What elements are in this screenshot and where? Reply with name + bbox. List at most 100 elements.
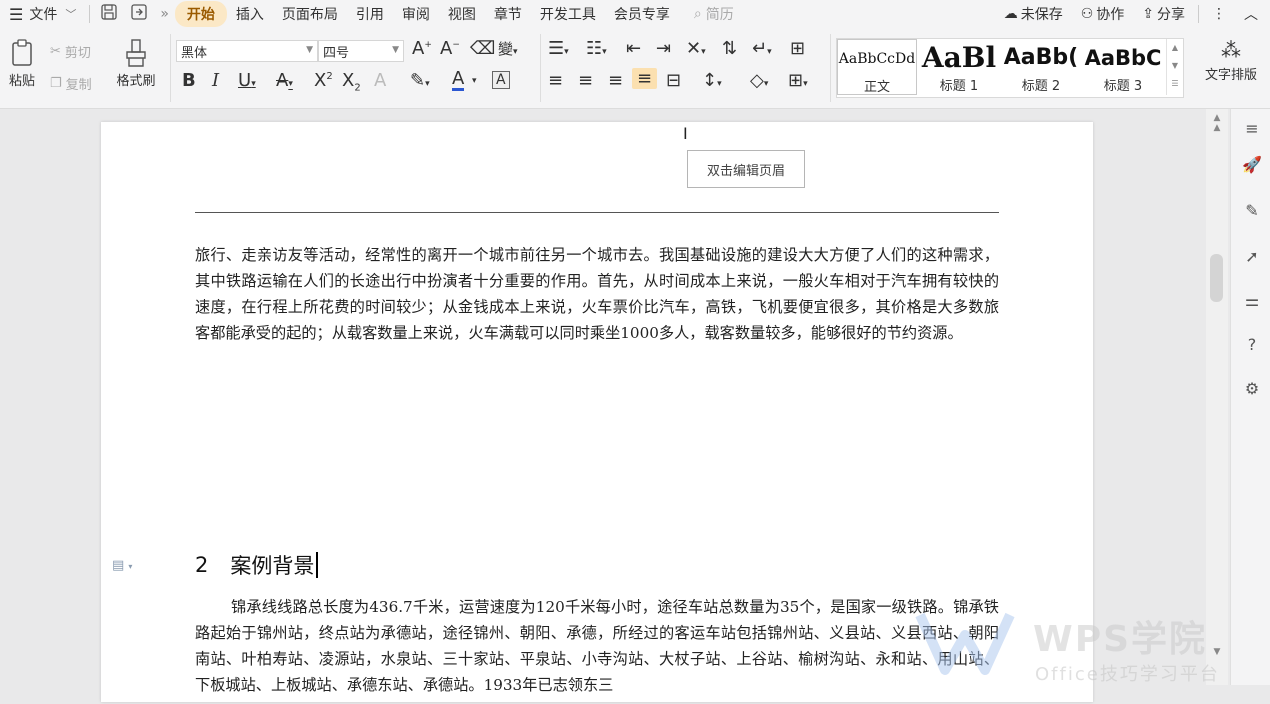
scissors-icon: ✂: [50, 44, 61, 59]
strikethrough-icon[interactable]: A▾: [276, 70, 293, 91]
tab-references[interactable]: 引用: [347, 4, 393, 24]
paste-button[interactable]: 粘贴: [0, 38, 44, 98]
tab-developer[interactable]: 开发工具: [531, 4, 605, 24]
superscript-icon[interactable]: X2: [314, 70, 333, 91]
tab-section[interactable]: 章节: [485, 4, 531, 24]
paragraph[interactable]: 旅行、走亲访友等活动，经常性的离开一个城市前往另一个城市去。我国基础设施的建设大…: [195, 242, 999, 374]
bold-icon[interactable]: B: [182, 70, 196, 91]
vertical-scrollbar[interactable]: ▲ ▲ ▼: [1206, 109, 1228, 685]
hamburger-icon: ☰: [9, 4, 24, 24]
decrease-indent-icon[interactable]: ⇤: [626, 38, 641, 59]
collab-button[interactable]: ⚇ 协作: [1072, 4, 1134, 24]
share-button[interactable]: ⇪ 分享: [1133, 4, 1194, 24]
copy-button[interactable]: ❐ 复制: [50, 74, 92, 93]
shrink-font-icon[interactable]: A−: [440, 38, 460, 59]
font-size-select[interactable]: 四号 ▼: [318, 40, 404, 62]
highlight-icon[interactable]: ✎▾: [410, 70, 430, 91]
style-preview: AaBb(: [1003, 45, 1079, 70]
scroll-up-icon[interactable]: ▲: [1167, 39, 1183, 57]
char-border-icon[interactable]: A: [492, 71, 510, 89]
justify-icon[interactable]: ≡: [632, 68, 658, 89]
pointer-icon[interactable]: ➚: [1241, 245, 1263, 267]
line-spacing-icon[interactable]: ↕▾: [702, 70, 722, 91]
watermark-tagline: Office技巧学习平台: [1035, 664, 1220, 685]
align-left-icon[interactable]: ≡: [548, 70, 563, 91]
phonetic-guide-icon[interactable]: 變▾: [498, 38, 518, 59]
align-center-icon[interactable]: ≡: [578, 70, 593, 91]
tab-view[interactable]: 视图: [439, 4, 485, 24]
style-heading-2[interactable]: AaBb( 标题 2: [1001, 39, 1081, 95]
borders-icon[interactable]: ⊞▾: [788, 70, 808, 91]
heading-text: 案例背景: [230, 554, 315, 578]
scroll-up-icon[interactable]: ▲: [1206, 113, 1228, 123]
bullet-list-icon[interactable]: ☰▾: [548, 38, 569, 59]
file-menu-label: 文件: [29, 7, 58, 23]
font-name-value: 黑体: [181, 45, 208, 61]
format-painter-label: 格式刷: [116, 74, 156, 89]
tab-page-layout[interactable]: 页面布局: [273, 4, 347, 24]
format-painter-button[interactable]: 格式刷: [110, 38, 162, 98]
edit-header-button[interactable]: 双击编辑页眉: [687, 150, 805, 188]
cut-label: 剪切: [64, 46, 91, 61]
tab-member[interactable]: 会员专享: [605, 4, 679, 24]
scroll-down-icon[interactable]: ▼: [1167, 57, 1183, 75]
style-heading-1[interactable]: AaBl 标题 1: [919, 39, 999, 95]
ai-assistant-icon[interactable]: ⚙: [1241, 377, 1263, 399]
clear-format-icon[interactable]: ⌫: [470, 38, 495, 59]
right-sidebar: ≡ 🚀 ✎ ➚ ⚌ ? ⚙: [1230, 109, 1270, 685]
tab-stops-icon[interactable]: ⊞: [790, 38, 805, 59]
font-color-dropdown-icon[interactable]: ▾: [472, 76, 477, 86]
pen-icon[interactable]: ✎: [1241, 199, 1263, 221]
font-color-icon[interactable]: A: [452, 70, 465, 91]
paragraph[interactable]: 锦承线线路总长度为436.7千米，运营速度为120千米每小时，途径车站总数量为3…: [195, 594, 999, 704]
underline-icon[interactable]: U▾: [238, 70, 256, 91]
cut-button[interactable]: ✂ 剪切: [50, 42, 91, 61]
style-preview: AaBbCcDd: [838, 51, 916, 67]
heading-number: 2: [195, 553, 209, 577]
styles-scroll[interactable]: ▲ ▼ ☰: [1166, 39, 1183, 95]
more-options-icon[interactable]: ⋮: [1203, 6, 1235, 22]
tab-insert[interactable]: 插入: [227, 4, 273, 24]
chinese-layout-icon[interactable]: ✕▾: [686, 38, 706, 59]
help-icon[interactable]: ?: [1241, 333, 1263, 355]
scroll-up-icon[interactable]: ▲: [1206, 123, 1228, 133]
grow-font-icon[interactable]: A+: [412, 38, 432, 59]
sort-icon[interactable]: ⇅: [722, 38, 737, 59]
text-effect-icon[interactable]: A: [374, 70, 386, 91]
increase-indent-icon[interactable]: ⇥: [656, 38, 671, 59]
align-right-icon[interactable]: ≡: [608, 70, 623, 91]
numbered-list-icon[interactable]: ☷▾: [586, 38, 607, 59]
distributed-icon[interactable]: ⊟: [666, 70, 681, 91]
collapse-ribbon-icon[interactable]: ︿: [1235, 4, 1270, 24]
show-marks-icon[interactable]: ↵▾: [752, 38, 772, 59]
unsaved-label: 未保存: [1020, 7, 1063, 23]
file-menu[interactable]: ☰ 文件 ﹀: [0, 4, 85, 24]
expand-icon[interactable]: ☰: [1167, 75, 1183, 93]
style-name: 标题 3: [1103, 79, 1143, 94]
style-heading-3[interactable]: AaBbC 标题 3: [1083, 39, 1163, 95]
search-icon: ⌕: [693, 6, 702, 22]
search-box[interactable]: ⌕ 简历: [685, 4, 743, 24]
more-icon[interactable]: »: [154, 6, 175, 22]
tab-review[interactable]: 审阅: [393, 4, 439, 24]
styles-gallery: AaBbCcDd 正文 AaBl 标题 1 AaBb( 标题 2 AaBbC 标…: [836, 38, 1184, 98]
style-normal[interactable]: AaBbCcDd 正文: [837, 39, 917, 95]
sliders-icon[interactable]: ⚌: [1241, 289, 1263, 311]
shading-icon[interactable]: ◇▾: [750, 70, 768, 91]
export-icon[interactable]: [124, 3, 154, 25]
font-name-select[interactable]: 黑体 ▼: [176, 40, 318, 62]
dropdown-arrow-icon: ▼: [392, 45, 399, 55]
paragraph-marker-icon[interactable]: ▤ ▾: [112, 558, 132, 573]
text-layout-button[interactable]: ⁂ 文字排版: [1196, 38, 1266, 98]
menu-lines-icon[interactable]: ≡: [1241, 117, 1263, 139]
section-heading[interactable]: 2 案例背景: [195, 550, 319, 580]
subscript-icon[interactable]: X2: [342, 70, 361, 94]
save-icon[interactable]: [94, 3, 124, 25]
copy-icon: ❐: [50, 76, 62, 91]
scroll-thumb[interactable]: [1210, 254, 1223, 302]
unsaved-status[interactable]: ☁ 未保存: [995, 4, 1072, 24]
wps-logo-icon: [915, 612, 1015, 675]
italic-icon[interactable]: I: [212, 70, 219, 91]
rocket-icon[interactable]: 🚀: [1241, 153, 1263, 175]
tab-home[interactable]: 开始: [174, 1, 227, 27]
